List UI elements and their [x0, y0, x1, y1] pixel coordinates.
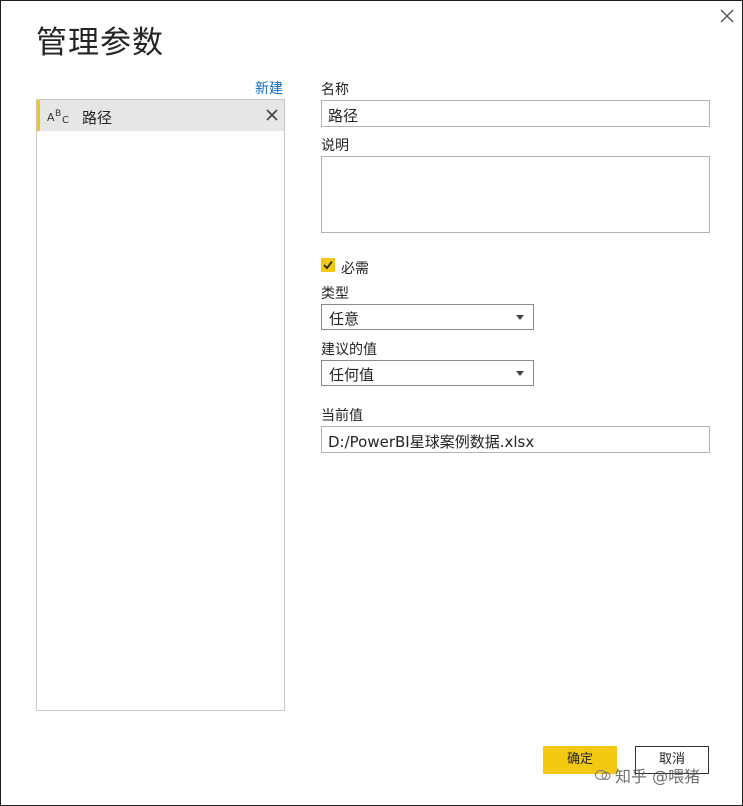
remove-icon[interactable]: [265, 108, 279, 122]
type-select-value: 任意: [329, 310, 360, 328]
svg-text:C: C: [62, 115, 69, 125]
suggested-values-select-value: 任何值: [329, 366, 375, 384]
description-label: 说明: [321, 138, 349, 154]
parameter-list: A B C 路径: [36, 99, 285, 711]
chevron-down-icon: [516, 315, 524, 320]
current-value-label: 当前值: [321, 408, 363, 424]
type-label: 类型: [321, 286, 349, 302]
parameter-item-label: 路径: [82, 109, 113, 127]
name-label: 名称: [321, 82, 349, 98]
suggested-values-select[interactable]: 任何值: [321, 360, 534, 386]
watermark-logo-icon: [595, 770, 611, 780]
manage-parameters-dialog: 管理参数 新建 A B C 路径 名称 路径 说明 必需 类型 任意 建议的值 …: [0, 0, 743, 806]
parameter-list-item[interactable]: A B C 路径: [37, 100, 284, 131]
required-label: 必需: [341, 261, 369, 277]
name-input[interactable]: 路径: [321, 100, 710, 127]
close-icon[interactable]: [717, 6, 737, 26]
required-checkbox[interactable]: [321, 258, 335, 272]
new-parameter-link[interactable]: 新建: [255, 78, 283, 98]
svg-text:A: A: [47, 111, 55, 124]
type-select[interactable]: 任意: [321, 304, 534, 330]
suggested-values-label: 建议的值: [321, 342, 377, 358]
svg-text:B: B: [55, 109, 61, 119]
text-type-icon: A B C: [47, 109, 69, 125]
current-value-input[interactable]: D:/PowerBI星球案例数据.xlsx: [321, 426, 710, 453]
watermark-text: 知乎 @喂猪: [615, 767, 701, 786]
description-input[interactable]: [321, 156, 710, 233]
chevron-down-icon: [516, 371, 524, 376]
dialog-title: 管理参数: [36, 25, 164, 61]
